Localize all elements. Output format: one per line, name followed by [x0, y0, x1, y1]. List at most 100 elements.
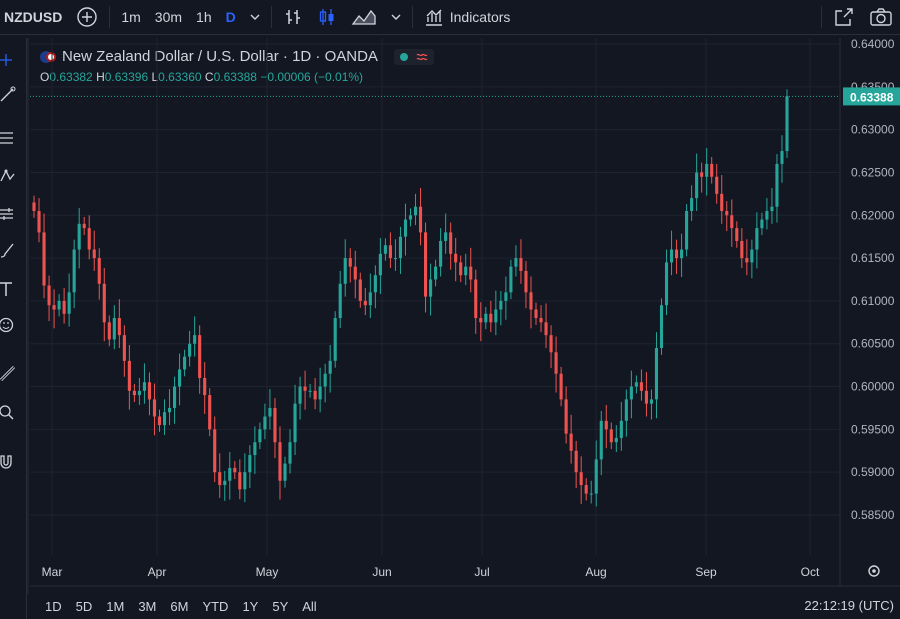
candle[interactable]	[745, 258, 749, 263]
candle[interactable]	[494, 309, 498, 323]
candle[interactable]	[378, 253, 382, 276]
candle[interactable]	[403, 219, 408, 237]
candle[interactable]	[72, 249, 76, 293]
candle[interactable]	[157, 416, 162, 426]
candle[interactable]	[193, 335, 197, 344]
candle[interactable]	[167, 407, 172, 413]
candle[interactable]	[424, 232, 428, 297]
candle[interactable]	[574, 450, 578, 473]
candle[interactable]	[122, 335, 126, 361]
candle[interactable]	[313, 390, 317, 400]
candle[interactable]	[725, 210, 729, 216]
candle[interactable]	[649, 399, 654, 404]
candle[interactable]	[539, 318, 543, 323]
candle[interactable]	[594, 459, 598, 494]
candle[interactable]	[675, 249, 679, 259]
range-3m[interactable]: 3M	[131, 599, 163, 614]
candle[interactable]	[57, 300, 61, 310]
candle[interactable]	[268, 407, 272, 417]
candle[interactable]	[173, 386, 177, 408]
candle[interactable]	[619, 420, 623, 438]
candle[interactable]	[137, 390, 141, 396]
candle[interactable]	[348, 258, 352, 267]
candle[interactable]	[97, 258, 101, 284]
candle[interactable]	[328, 360, 332, 374]
candle[interactable]	[519, 258, 523, 271]
candle[interactable]	[664, 262, 669, 306]
candle[interactable]	[52, 305, 56, 310]
candle[interactable]	[218, 472, 222, 486]
candle[interactable]	[589, 493, 593, 495]
candle[interactable]	[599, 420, 603, 460]
candle[interactable]	[283, 463, 287, 481]
candle[interactable]	[92, 249, 96, 259]
candle[interactable]	[62, 300, 66, 314]
candle[interactable]	[609, 429, 613, 443]
candle[interactable]	[142, 382, 146, 391]
candle[interactable]	[383, 245, 387, 254]
candle[interactable]	[223, 480, 227, 486]
candle[interactable]	[67, 292, 71, 314]
candle[interactable]	[373, 275, 377, 293]
candle[interactable]	[700, 172, 704, 177]
candle[interactable]	[343, 258, 347, 284]
candle[interactable]	[484, 313, 488, 323]
candle[interactable]	[178, 369, 182, 387]
candle[interactable]	[654, 348, 659, 400]
candle[interactable]	[775, 163, 779, 207]
candle[interactable]	[288, 442, 292, 464]
candle[interactable]	[669, 249, 674, 263]
candle[interactable]	[303, 386, 307, 391]
candle[interactable]	[499, 300, 503, 310]
candle[interactable]	[152, 399, 157, 417]
range-5y[interactable]: 5Y	[265, 599, 295, 614]
candle[interactable]	[353, 266, 357, 280]
candle[interactable]	[449, 232, 453, 254]
candle[interactable]	[780, 151, 784, 164]
candle[interactable]	[474, 279, 478, 319]
candle[interactable]	[750, 249, 754, 263]
candle[interactable]	[87, 228, 91, 250]
candle[interactable]	[198, 335, 202, 378]
candle[interactable]	[293, 403, 297, 443]
candle[interactable]	[454, 253, 458, 263]
candle[interactable]	[554, 352, 558, 374]
candle[interactable]	[479, 318, 483, 323]
candle[interactable]	[42, 232, 46, 286]
candle[interactable]	[112, 318, 116, 340]
candle[interactable]	[37, 210, 41, 233]
price-chart[interactable]: 0.640000.635000.630000.625000.620000.615…	[0, 0, 900, 594]
candle[interactable]	[459, 262, 463, 276]
candle[interactable]	[529, 292, 533, 310]
candle[interactable]	[248, 455, 252, 473]
candle[interactable]	[680, 249, 684, 259]
candle[interactable]	[243, 472, 247, 490]
candle[interactable]	[47, 285, 51, 306]
candle[interactable]	[333, 318, 337, 361]
candle[interactable]	[263, 416, 267, 430]
candle[interactable]	[549, 335, 553, 353]
candle[interactable]	[418, 206, 423, 233]
candle[interactable]	[634, 382, 638, 387]
candle[interactable]	[740, 240, 744, 259]
candle[interactable]	[629, 386, 633, 400]
candle[interactable]	[107, 322, 111, 340]
candle[interactable]	[439, 240, 443, 267]
candle[interactable]	[393, 258, 397, 260]
range-ytd[interactable]: YTD	[195, 599, 235, 614]
candle[interactable]	[413, 206, 418, 216]
range-1d[interactable]: 1D	[38, 599, 69, 614]
candle[interactable]	[358, 279, 362, 301]
candle[interactable]	[318, 386, 322, 400]
candle[interactable]	[564, 399, 568, 434]
candle[interactable]	[444, 232, 448, 241]
candle[interactable]	[298, 386, 302, 404]
candle[interactable]	[624, 399, 628, 421]
candle[interactable]	[755, 228, 759, 250]
range-6m[interactable]: 6M	[163, 599, 195, 614]
candle[interactable]	[258, 429, 262, 443]
candle[interactable]	[644, 390, 648, 404]
candle[interactable]	[208, 395, 212, 430]
candle[interactable]	[308, 390, 312, 392]
candle[interactable]	[368, 292, 372, 306]
